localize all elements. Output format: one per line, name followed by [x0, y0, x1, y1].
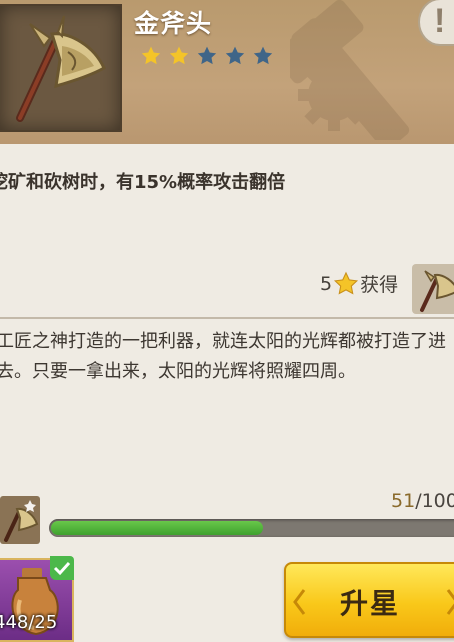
golden-axe-icon [420, 270, 454, 312]
star-filled-icon [169, 46, 189, 65]
section-divider [0, 317, 454, 319]
obtain-label: 获得 [360, 274, 399, 296]
upgrade-star-button[interactable]: 升星 [284, 562, 454, 638]
obtain-requirement: 5 获得 [320, 270, 398, 297]
upgrade-progress-bar [49, 519, 454, 537]
progress-required: /100 [415, 490, 454, 512]
item-header: 金斧头 ! [0, 0, 454, 144]
upgrade-button-label: 升星 [340, 588, 401, 619]
axe-fragment-icon [0, 496, 40, 544]
item-portrait [0, 4, 122, 132]
star-empty-icon [197, 46, 217, 65]
obtained-item-thumbnail [412, 264, 454, 314]
star-rating [140, 45, 274, 67]
star-filled-icon [141, 46, 161, 65]
chevron-left-icon [293, 589, 306, 615]
star-empty-icon [225, 46, 245, 65]
star-icon [334, 271, 359, 295]
chevron-right-icon [446, 589, 454, 615]
star-empty-icon [253, 46, 273, 65]
upgrade-progress-fill [51, 521, 263, 535]
progress-current: 51 [391, 490, 416, 512]
golden-axe-icon [16, 15, 106, 122]
item-description: 工匠之神打造的一把利器，就连太阳的光辉都被打造了进去。只要一拿出来，太阳的光辉将… [0, 331, 446, 382]
item-effect-text: 挖矿和砍树时，有15%概率攻击翻倍 [0, 172, 286, 193]
upgrade-progress-text: 51/100 [391, 490, 454, 512]
item-title: 金斧头 [134, 9, 213, 38]
exclamation-icon: ! [434, 2, 446, 40]
material-count: 448/25 [0, 612, 58, 633]
check-icon [50, 556, 74, 580]
obtain-star-count: 5 [320, 272, 333, 295]
